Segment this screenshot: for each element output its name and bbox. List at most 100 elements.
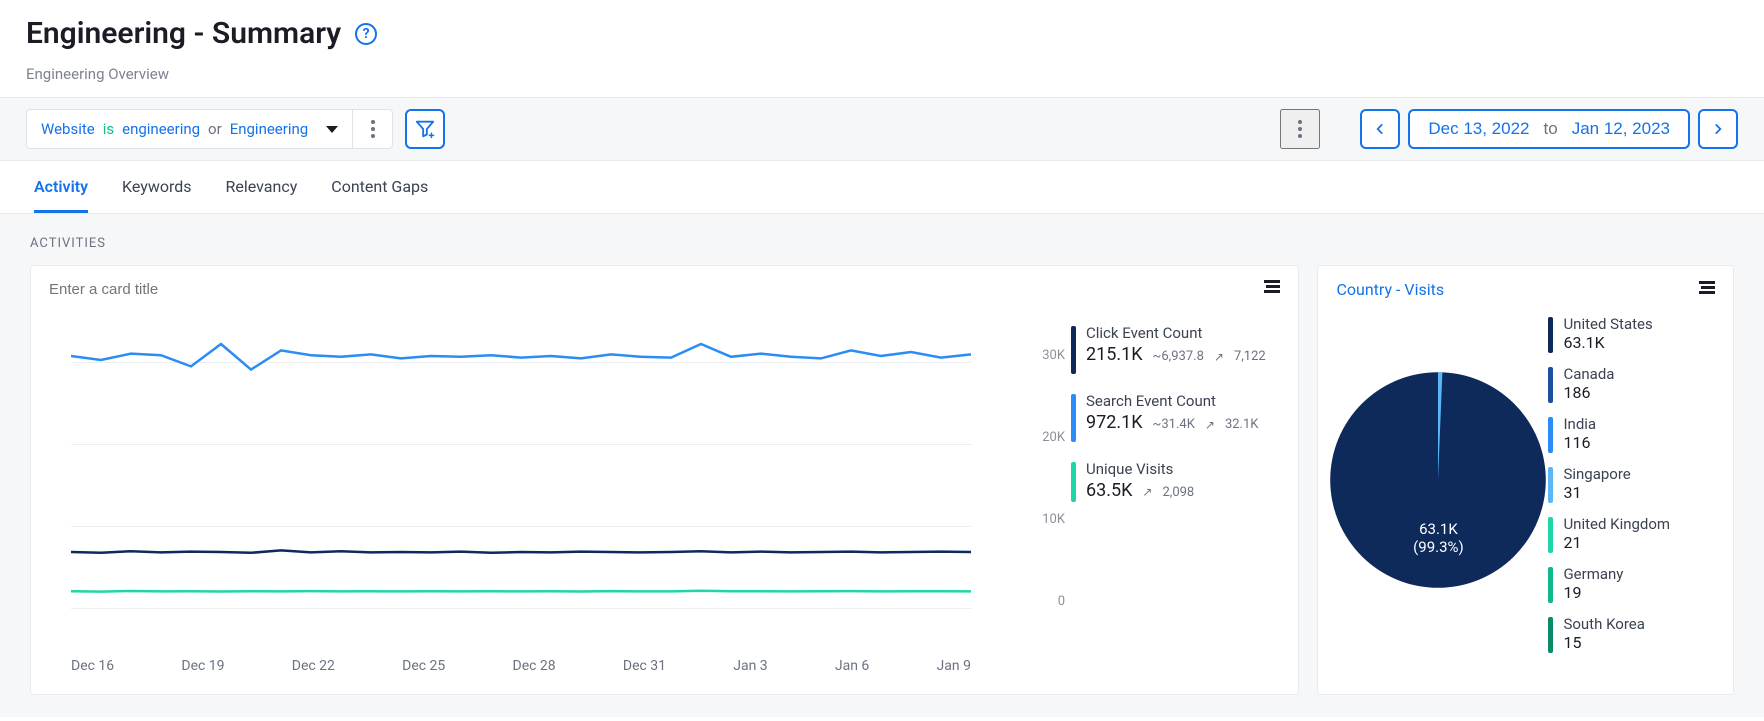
tab-activity[interactable]: Activity xyxy=(34,161,88,213)
x-tick: Jan 3 xyxy=(733,658,767,674)
legend-name: Click Event Count xyxy=(1086,324,1266,342)
legend-swatch xyxy=(1071,462,1076,502)
legend-swatch xyxy=(1548,417,1553,453)
legend-swatch xyxy=(1548,317,1553,353)
legend-value: 116 xyxy=(1563,433,1596,452)
legend-swatch xyxy=(1071,394,1076,442)
chart-series-line xyxy=(71,344,971,370)
legend-swatch xyxy=(1548,617,1553,653)
legend-name: India xyxy=(1563,415,1596,433)
tab-keywords[interactable]: Keywords xyxy=(122,161,192,213)
legend-name: Singapore xyxy=(1563,465,1630,483)
date-from: Dec 13, 2022 xyxy=(1428,119,1529,139)
legend-value: 972.1K xyxy=(1086,412,1143,433)
legend-value: 21 xyxy=(1563,533,1670,552)
tabs: Activity Keywords Relevancy Content Gaps xyxy=(0,161,1764,214)
pie-center-label: 63.1K (99.3%) xyxy=(1413,520,1464,556)
pie-legend-item[interactable]: India116 xyxy=(1548,415,1723,453)
filter-value-1: engineering xyxy=(122,120,200,138)
legend-name: United Kingdom xyxy=(1563,515,1670,533)
legend-value: 19 xyxy=(1563,583,1623,602)
filter-value-2: Engineering xyxy=(230,120,309,138)
y-tick: 10K xyxy=(1042,512,1065,527)
page-title: Engineering - Summary xyxy=(26,16,341,51)
legend-swatch xyxy=(1548,367,1553,403)
filter-conj: or xyxy=(208,120,222,138)
filter-key: Website xyxy=(41,120,95,138)
x-tick: Dec 31 xyxy=(623,658,666,674)
help-icon[interactable]: ? xyxy=(355,23,377,45)
chart-series-line xyxy=(71,591,971,592)
x-tick: Dec 19 xyxy=(181,658,224,674)
card-menu-icon[interactable] xyxy=(1262,280,1280,298)
filter-chip[interactable]: Website is engineering or Engineering xyxy=(26,109,353,149)
date-range-controls: Dec 13, 2022 to Jan 12, 2023 xyxy=(1360,109,1738,149)
x-tick: Jan 6 xyxy=(835,658,869,674)
pie-legend-item[interactable]: South Korea15 xyxy=(1548,615,1723,653)
tab-content-gaps[interactable]: Content Gaps xyxy=(331,161,428,213)
legend-value: 31 xyxy=(1563,483,1630,502)
funnel-plus-icon xyxy=(414,118,436,140)
legend-item[interactable]: Click Event Count 215.1K ~6,937.8↗7,122 xyxy=(1071,324,1276,374)
card-title-input[interactable] xyxy=(49,281,349,298)
more-vertical-icon xyxy=(1298,120,1302,138)
legend-value: 63.5K xyxy=(1086,480,1132,501)
pie-legend-item[interactable]: Canada186 xyxy=(1548,365,1723,403)
date-prev-button[interactable] xyxy=(1360,109,1400,149)
legend-value: 186 xyxy=(1563,383,1614,402)
pie-chart[interactable]: 63.1K (99.3%) xyxy=(1328,315,1548,645)
filter-operator: is xyxy=(103,120,114,138)
y-tick: 30K xyxy=(1042,348,1065,363)
legend-name: Search Event Count xyxy=(1086,392,1258,410)
activity-chart-card: 30K 20K 10K 0 Dec 16 Dec 19 Dec 22 Dec 25 Dec 2… xyxy=(30,265,1299,695)
card-menu-icon[interactable] xyxy=(1697,281,1715,299)
add-filter-button[interactable] xyxy=(405,109,445,149)
date-next-button[interactable] xyxy=(1698,109,1738,149)
legend-name: Unique Visits xyxy=(1086,460,1194,478)
more-vertical-icon xyxy=(371,120,375,138)
chevron-down-icon xyxy=(326,126,338,133)
x-tick: Dec 16 xyxy=(71,658,114,674)
date-to-label: to xyxy=(1544,119,1558,139)
pie-legend-item[interactable]: Germany19 xyxy=(1548,565,1723,603)
pie-legend-item[interactable]: United States63.1K xyxy=(1548,315,1723,353)
x-tick: Dec 25 xyxy=(402,658,445,674)
legend-name: South Korea xyxy=(1563,615,1644,633)
legend-swatch xyxy=(1548,467,1553,503)
card-title: Country - Visits xyxy=(1336,280,1444,299)
country-visits-card: Country - Visits 63.1K (99.3%) United St… xyxy=(1317,265,1734,695)
legend-swatch xyxy=(1548,567,1553,603)
legend-swatch xyxy=(1071,326,1076,374)
toolbar: Website is engineering or Engineering De… xyxy=(0,97,1764,161)
legend-name: United States xyxy=(1563,315,1652,333)
legend-trend: ~31.4K↗32.1K xyxy=(1153,417,1259,432)
y-tick: 20K xyxy=(1042,430,1065,445)
legend-trend: ↗2,098 xyxy=(1142,485,1194,500)
page-subtitle: Engineering Overview xyxy=(26,65,1738,83)
toolbar-more-button[interactable] xyxy=(1280,109,1320,149)
x-tick: Dec 22 xyxy=(292,658,335,674)
chevron-right-icon xyxy=(1711,122,1725,136)
legend-value: 15 xyxy=(1563,633,1644,652)
date-to: Jan 12, 2023 xyxy=(1572,119,1670,139)
filter-chip-more-button[interactable] xyxy=(353,109,393,149)
legend-item[interactable]: Search Event Count 972.1K ~31.4K↗32.1K xyxy=(1071,392,1276,442)
legend-value: 63.1K xyxy=(1563,333,1652,352)
x-tick: Dec 28 xyxy=(513,658,556,674)
legend-item[interactable]: Unique Visits 63.5K ↗2,098 xyxy=(1071,460,1276,502)
chart-series-line xyxy=(71,550,971,552)
legend-value: 215.1K xyxy=(1086,344,1143,365)
pie-legend-item[interactable]: Singapore31 xyxy=(1548,465,1723,503)
date-range-button[interactable]: Dec 13, 2022 to Jan 12, 2023 xyxy=(1408,109,1690,149)
legend-trend: ~6,937.8↗7,122 xyxy=(1153,349,1266,364)
line-chart[interactable]: 30K 20K 10K 0 Dec 16 Dec 19 Dec 22 Dec 25 Dec 2… xyxy=(31,314,1071,674)
x-tick: Jan 9 xyxy=(937,658,971,674)
legend-swatch xyxy=(1548,517,1553,553)
legend-name: Germany xyxy=(1563,565,1623,583)
legend-name: Canada xyxy=(1563,365,1614,383)
chevron-left-icon xyxy=(1373,122,1387,136)
tab-relevancy[interactable]: Relevancy xyxy=(226,161,298,213)
pie-legend-item[interactable]: United Kingdom21 xyxy=(1548,515,1723,553)
section-label: ACTIVITIES xyxy=(30,236,1734,251)
y-tick: 0 xyxy=(1058,594,1065,609)
